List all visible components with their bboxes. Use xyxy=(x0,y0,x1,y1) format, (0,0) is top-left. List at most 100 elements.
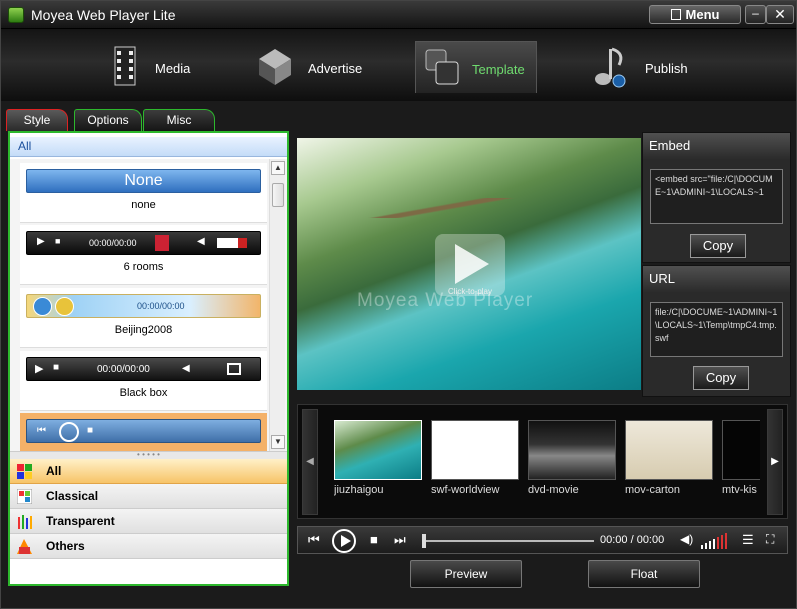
menu-button[interactable]: Menu xyxy=(649,5,741,24)
url-copy-button[interactable]: Copy xyxy=(693,366,749,390)
title-bar[interactable]: Moyea Web Player Lite Menu – ✕ xyxy=(1,1,796,29)
skin-list-scrollbar[interactable]: ▲ ▼ xyxy=(269,159,285,451)
play-icon: ▶ xyxy=(37,236,45,247)
skin-time: 00:00/00:00 xyxy=(89,238,137,248)
volume-icon[interactable]: ◀) xyxy=(680,532,693,546)
tab-misc[interactable]: Misc xyxy=(143,109,215,131)
thumbnail-dvd-movie[interactable]: dvd-movie xyxy=(526,418,618,504)
nav-advertise-label: Advertise xyxy=(308,61,363,76)
nav-advertise[interactable]: Advertise xyxy=(255,39,375,93)
film-strip-icon xyxy=(114,46,136,86)
scroll-up-icon[interactable]: ▲ xyxy=(271,161,285,175)
window-title: Moyea Web Player Lite xyxy=(31,7,176,23)
rec-icon xyxy=(155,235,169,251)
embed-copy-button[interactable]: Copy xyxy=(690,234,746,258)
stop-icon xyxy=(55,297,74,316)
play-icon xyxy=(455,244,489,284)
app-icon xyxy=(8,7,24,23)
strip-right-arrow-icon[interactable]: ▶ xyxy=(767,409,783,515)
category-label: Transparent xyxy=(46,514,115,528)
nav-media[interactable]: Media xyxy=(105,39,215,93)
panel-splitter[interactable]: • • • • • xyxy=(10,451,287,459)
embed-title: Embed xyxy=(643,133,790,159)
skin-list[interactable]: None none ▶ ■ 00:00/00:00 ◀ 6 rooms 00:0… xyxy=(10,159,287,451)
play-icon xyxy=(341,535,351,547)
category-all[interactable]: All xyxy=(10,459,287,484)
others-category-icon xyxy=(17,539,32,554)
left-tab-strip: Style Options Misc xyxy=(6,109,289,131)
thumbnail-label: mtv-kis xyxy=(722,484,757,496)
url-field[interactable]: file:/C|\DOCUME~1\ADMINI~1\LOCALS~1\Temp… xyxy=(650,302,783,357)
list-item[interactable]: None none xyxy=(20,163,267,223)
style-list-header[interactable]: All xyxy=(10,137,287,157)
category-classical[interactable]: Classical xyxy=(10,484,287,509)
volume-level xyxy=(217,238,247,248)
seek-handle[interactable] xyxy=(422,534,426,548)
thumbnail-image xyxy=(431,420,519,480)
seek-bar[interactable] xyxy=(424,540,594,542)
stop-icon: ■ xyxy=(87,425,94,436)
playlist-icon[interactable]: ☰ xyxy=(742,532,754,548)
skin-preview: ▶ ■ 00:00/00:00 ◀ xyxy=(26,357,261,381)
embed-code-field[interactable]: <embed src="file:/C|\DOCUME~1\ADMINI~1\L… xyxy=(650,169,783,224)
play-button[interactable] xyxy=(332,529,356,553)
list-item[interactable]: ▶ ■ 00:00/00:00 ◀ Black box xyxy=(20,351,267,411)
list-item[interactable]: ▶ ■ 00:00/00:00 ◀ 6 rooms xyxy=(20,225,267,285)
nav-template[interactable]: Template xyxy=(415,41,537,93)
thumbnail-image xyxy=(528,420,616,480)
skin-name: 6 rooms xyxy=(123,261,164,273)
music-note-icon xyxy=(595,47,626,88)
minimize-button[interactable]: – xyxy=(745,5,766,24)
video-scene-branch xyxy=(297,198,641,218)
app-window: Moyea Web Player Lite Menu – ✕ Media Adv… xyxy=(0,0,797,609)
next-icon[interactable]: ⏭ xyxy=(394,532,406,548)
category-label: Others xyxy=(46,539,85,553)
thumbnail-mov-carton[interactable]: mov-carton xyxy=(623,418,715,504)
player-control-bar: ⏮ ■ ⏭ 00:00 / 00:00 ◀) ☰ ⛶ xyxy=(297,526,788,554)
stop-icon[interactable]: ■ xyxy=(370,532,378,547)
fullscreen-icon[interactable]: ⛶ xyxy=(766,532,774,547)
skin-preview: 00:00/00:00 xyxy=(26,294,261,318)
embed-panel: Embed <embed src="file:/C|\DOCUME~1\ADMI… xyxy=(642,132,791,263)
thumbnail-jiuzhaigou[interactable]: jiuzhaigou xyxy=(332,418,424,504)
list-item[interactable]: ⏮ ■ xyxy=(20,413,267,451)
float-button[interactable]: Float xyxy=(588,560,700,588)
menu-label: Menu xyxy=(685,7,720,22)
thumbnail-label: mov-carton xyxy=(625,484,681,496)
previous-icon[interactable]: ⏮ xyxy=(308,532,320,548)
thumbnail-swf-worldview[interactable]: swf-worldview xyxy=(429,418,521,504)
scroll-down-icon[interactable]: ▼ xyxy=(271,435,285,449)
tab-options[interactable]: Options xyxy=(74,109,142,131)
category-list: All Classical Transparent Others xyxy=(10,459,287,584)
tab-style[interactable]: Style xyxy=(6,109,68,131)
skin-preview: ⏮ ■ xyxy=(26,419,261,443)
thumbnail-label: jiuzhaigou xyxy=(334,484,384,496)
volume-icon: ◀ xyxy=(197,236,205,247)
preview-button[interactable]: Preview xyxy=(410,560,522,588)
fullscreen-icon xyxy=(227,363,241,375)
skin-time: 00:00/00:00 xyxy=(137,301,185,311)
thumbnail-label: dvd-movie xyxy=(528,484,579,496)
strip-left-arrow-icon[interactable]: ◀ xyxy=(302,409,318,515)
style-panel: All None none ▶ ■ 00:00/00:00 ◀ 6 rooms xyxy=(8,131,289,586)
volume-icon: ◀ xyxy=(182,363,190,374)
thumbnail-mtv-kis[interactable]: mtv-kis xyxy=(720,418,760,504)
url-panel: URL file:/C|\DOCUME~1\ADMINI~1\LOCALS~1\… xyxy=(642,265,791,397)
template-icon xyxy=(425,49,459,85)
url-title: URL xyxy=(643,266,790,292)
all-category-icon xyxy=(17,464,32,479)
video-preview[interactable]: Moyea Web Player Click-to-play xyxy=(297,138,641,390)
play-icon xyxy=(59,422,79,442)
prev-icon: ⏮ xyxy=(37,425,46,436)
category-others[interactable]: Others xyxy=(10,534,287,559)
volume-level[interactable] xyxy=(701,533,731,549)
category-transparent[interactable]: Transparent xyxy=(10,509,287,534)
menu-icon xyxy=(670,9,681,20)
list-item[interactable]: 00:00/00:00 Beijing2008 xyxy=(20,288,267,348)
skin-preview: None xyxy=(26,169,261,193)
nav-publish[interactable]: Publish xyxy=(589,39,699,93)
scroll-thumb[interactable] xyxy=(272,183,284,207)
close-button[interactable]: ✕ xyxy=(766,5,794,24)
classical-category-icon xyxy=(17,489,32,504)
time-display: 00:00 / 00:00 xyxy=(600,534,665,546)
